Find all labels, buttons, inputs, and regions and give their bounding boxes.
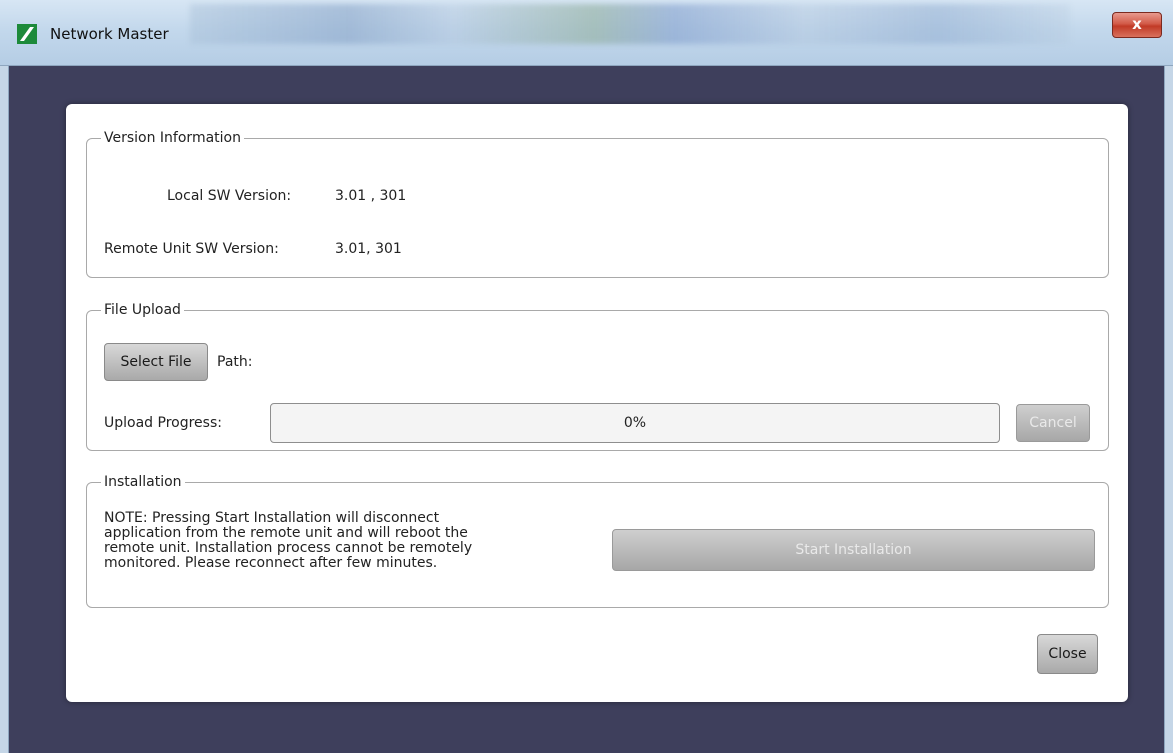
cancel-upload-button[interactable]: Cancel (1016, 404, 1090, 442)
remote-sw-version-value: 3.01, 301 (335, 241, 402, 257)
installation-note-line: NOTE: Pressing Start Installation will d… (104, 510, 440, 526)
file-upload-group: File Upload Select File Path: Upload Pro… (86, 300, 1109, 451)
remote-sw-version-label: Remote Unit SW Version: (104, 241, 279, 257)
version-information-group: Version Information Local SW Version: 3.… (86, 128, 1109, 278)
path-label: Path: (217, 354, 253, 370)
network-master-logo-icon (17, 24, 37, 44)
upload-progress-text: 0% (623, 415, 647, 431)
window-title: Network Master (50, 25, 169, 43)
installation-note: NOTE: Pressing Start Installation will d… (104, 511, 472, 571)
installation-legend: Installation (101, 472, 185, 492)
window-frame-right (1164, 66, 1173, 753)
installation-note-line: remote unit. Installation process cannot… (104, 540, 473, 556)
select-file-button[interactable]: Select File (104, 343, 208, 381)
file-upload-legend: File Upload (101, 300, 184, 320)
local-sw-version-value: 3.01 , 301 (335, 188, 407, 204)
installation-note-line: application from the remote unit and wil… (104, 525, 468, 541)
titlebar-background-blur (190, 4, 1070, 44)
window-close-button[interactable]: x (1112, 12, 1162, 38)
version-information-legend: Version Information (101, 128, 244, 148)
window-frame-left (0, 66, 9, 753)
close-button[interactable]: Close (1037, 634, 1098, 674)
update-dialog: Version Information Local SW Version: 3.… (66, 104, 1128, 702)
window-titlebar[interactable]: Network Master x (0, 0, 1173, 66)
upload-progress-bar: 0% (270, 403, 1000, 443)
installation-group: Installation NOTE: Pressing Start Instal… (86, 472, 1109, 608)
upload-progress-label: Upload Progress: (104, 415, 222, 431)
local-sw-version-label: Local SW Version: (167, 188, 292, 204)
installation-note-line: monitored. Please reconnect after few mi… (104, 555, 438, 571)
start-installation-button[interactable]: Start Installation (612, 529, 1095, 571)
